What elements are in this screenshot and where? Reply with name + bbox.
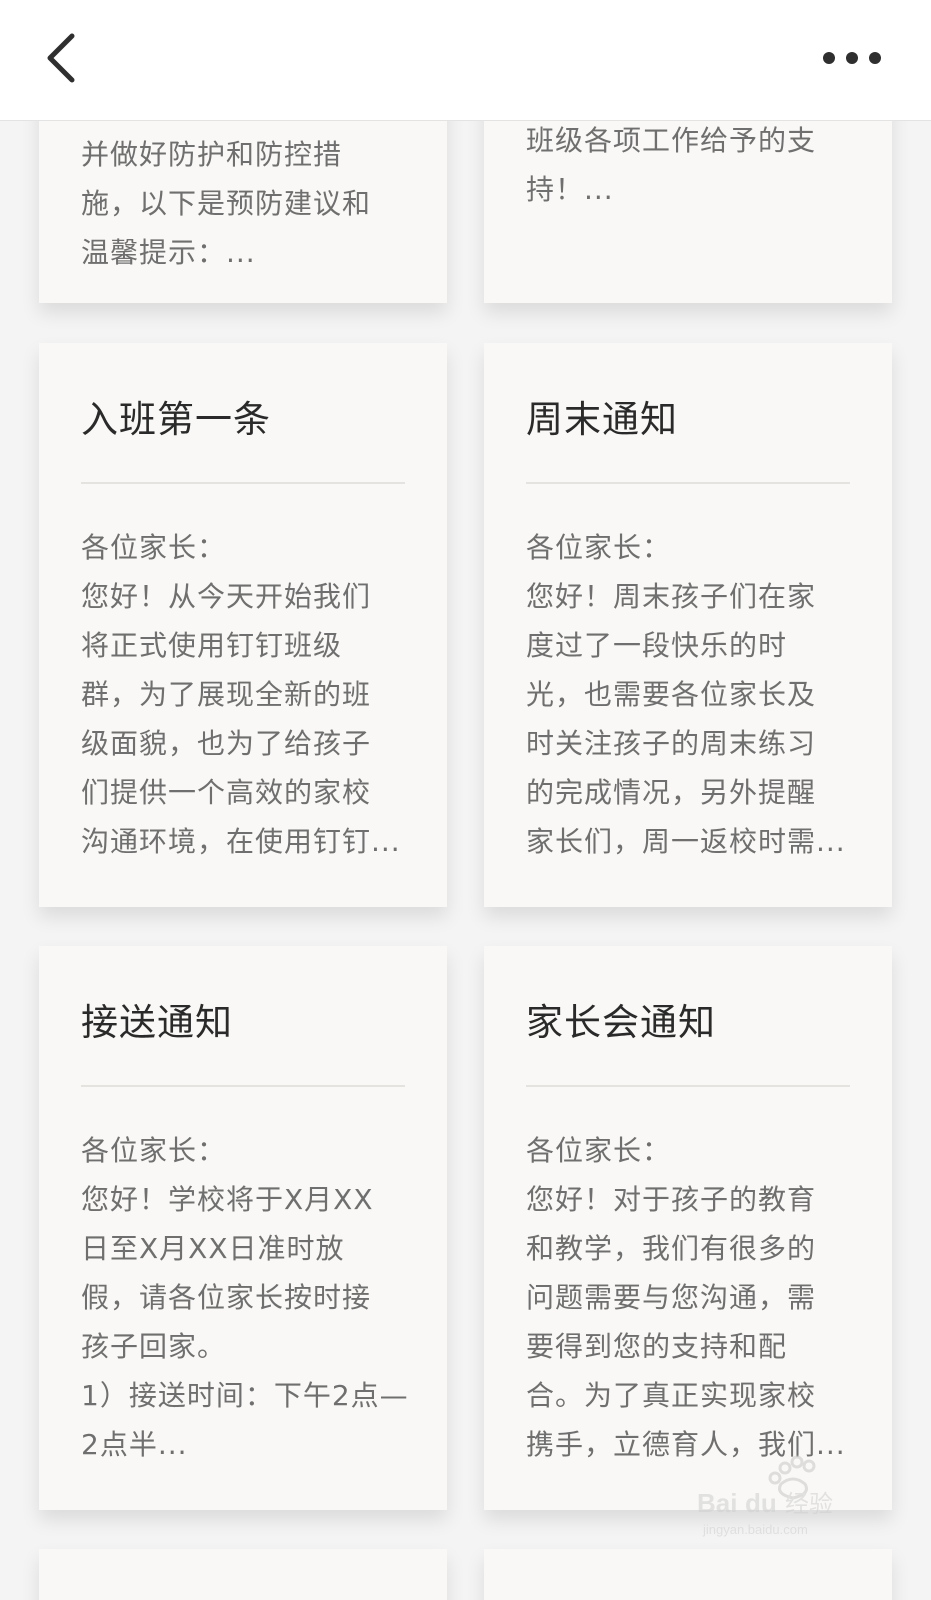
more-horizontal-icon <box>823 52 881 64</box>
template-card[interactable]: 接送通知 各位家长： 您好！学校将于X月XX 日至X月XX日准时放 假，请各位家… <box>39 946 447 1510</box>
card-divider <box>81 482 405 484</box>
template-card-partial-left[interactable]: 病毒感染的肺炎的知识 并做好防护和防控措 施，以下是预防建议和 温馨提示：... <box>39 121 447 303</box>
top-navigation-bar <box>0 0 931 121</box>
card-divider <box>526 482 850 484</box>
card-title: 周末通知 <box>526 398 678 441</box>
card-title: 接送通知 <box>81 1001 233 1044</box>
chevron-left-icon <box>47 33 75 83</box>
svg-text:jingyan.baidu.com: jingyan.baidu.com <box>702 1522 808 1537</box>
card-body-text: 各位家长： 您好！对于孩子的教育 和教学，我们有很多的 问题需要与您沟通，需 要… <box>526 1134 846 1461</box>
template-card-partial-bottom-left[interactable] <box>39 1549 447 1600</box>
template-card[interactable]: 入班第一条 各位家长： 您好！从今天开始我们 将正式使用钉钉班级 群，为了展现全… <box>39 343 447 907</box>
template-card-list[interactable]: 病毒感染的肺炎的知识 并做好防护和防控措 施，以下是预防建议和 温馨提示：...… <box>0 121 931 1600</box>
card-body-text: 各位家长： 您好！周末孩子们在家 度过了一段快乐的时 光，也需要各位家长及 时关… <box>526 531 846 858</box>
template-card[interactable]: 周末通知 各位家长： 您好！周末孩子们在家 度过了一段快乐的时 光，也需要各位家… <box>484 343 892 907</box>
svg-text:du: du <box>745 1488 777 1518</box>
card-divider <box>526 1085 850 1087</box>
baidu-jingyan-watermark: Bai du 经验 jingyan.baidu.com <box>697 1455 833 1537</box>
template-card-partial-right[interactable]: 此感谢各位家长对我们 班级各项工作给予的支 持！... <box>484 121 892 303</box>
svg-text:经验: 经验 <box>785 1490 833 1518</box>
card-title: 家长会通知 <box>526 1001 716 1044</box>
template-card-partial-bottom-right[interactable] <box>484 1549 892 1600</box>
template-card[interactable]: 家长会通知 各位家长： 您好！对于孩子的教育 和教学，我们有很多的 问题需要与您… <box>484 946 892 1510</box>
back-button[interactable] <box>38 26 98 90</box>
card-body-text: 各位家长： 您好！从今天开始我们 将正式使用钉钉班级 群，为了展现全新的班 级面… <box>81 531 401 858</box>
card-body-text: 此感谢各位家长对我们 班级各项工作给予的支 持！... <box>526 124 817 206</box>
more-options-button[interactable] <box>817 40 887 76</box>
card-body-text: 病毒感染的肺炎的知识 并做好防护和防控措 施，以下是预防建议和 温馨提示：... <box>81 121 372 269</box>
svg-text:Bai: Bai <box>697 1488 737 1518</box>
card-body-text: 各位家长： 您好！学校将于X月XX 日至X月XX日准时放 假，请各位家长按时接 … <box>81 1134 409 1461</box>
card-title: 入班第一条 <box>81 398 271 441</box>
card-divider <box>81 1085 405 1087</box>
